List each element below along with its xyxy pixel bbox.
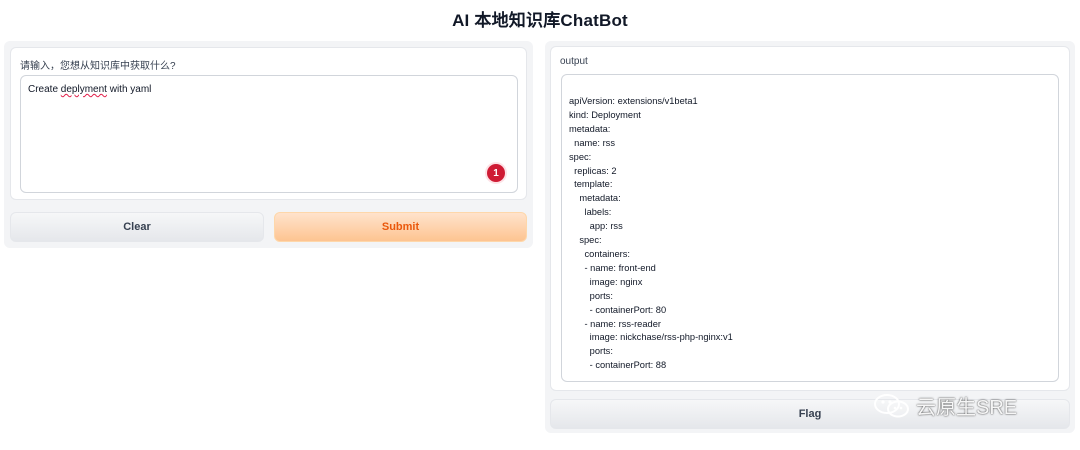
clear-button[interactable]: Clear: [10, 212, 264, 242]
output-line: containers:: [569, 248, 630, 259]
output-line: image: nginx: [569, 276, 643, 287]
output-line: metadata:: [569, 193, 621, 204]
output-panel: output apiVersion: extensions/v1beta1 ki…: [545, 41, 1075, 433]
output-line: labels:: [569, 207, 612, 218]
query-text-prefix: Create: [28, 84, 61, 95]
output-textarea[interactable]: apiVersion: extensions/v1beta1 kind: Dep…: [561, 74, 1059, 382]
output-line: ports:: [569, 346, 613, 357]
output-line: app: rss: [569, 221, 623, 232]
watermark-text: 云原生SRE: [916, 397, 1018, 419]
output-line: spec:: [569, 151, 592, 162]
query-text-suffix: with yaml: [106, 84, 152, 95]
output-line: name: rss: [569, 137, 615, 148]
wechat-icon: [874, 393, 909, 417]
watermark: 云原生SRE: [872, 391, 1017, 420]
page-title: AI 本地知识库ChatBot: [452, 11, 628, 30]
output-line: - name: rss-reader: [569, 318, 661, 329]
query-text-misspelled: deplyment: [60, 84, 107, 95]
output-line: spec:: [569, 235, 602, 246]
input-panel: 请输入，您想从知识库中获取什么? Create deplyment with y…: [4, 41, 533, 248]
input-block: 请输入，您想从知识库中获取什么? Create deplyment with y…: [10, 47, 527, 200]
output-line: image: nickchase/rss-php-nginx:v1: [569, 332, 733, 343]
output-line: metadata:: [569, 123, 611, 134]
output-line: template:: [569, 179, 613, 190]
output-line: kind: Deployment: [569, 109, 641, 120]
output-line: ports:: [569, 290, 613, 301]
output-line: apiVersion: extensions/v1beta1: [569, 96, 698, 106]
output-line: - containerPort: 80: [569, 304, 667, 315]
output-line: replicas: 2: [569, 165, 617, 176]
output-label: output: [560, 56, 588, 67]
submit-button[interactable]: Submit: [274, 212, 527, 242]
notification-badge[interactable]: 1: [487, 164, 505, 182]
output-line: - containerPort: 88: [569, 360, 667, 371]
query-textarea[interactable]: Create deplyment with yaml 1: [20, 75, 518, 193]
output-line: - name: front-end: [569, 262, 656, 273]
output-block: output apiVersion: extensions/v1beta1 ki…: [550, 46, 1070, 391]
input-label: 请输入，您想从知识库中获取什么?: [20, 61, 176, 72]
